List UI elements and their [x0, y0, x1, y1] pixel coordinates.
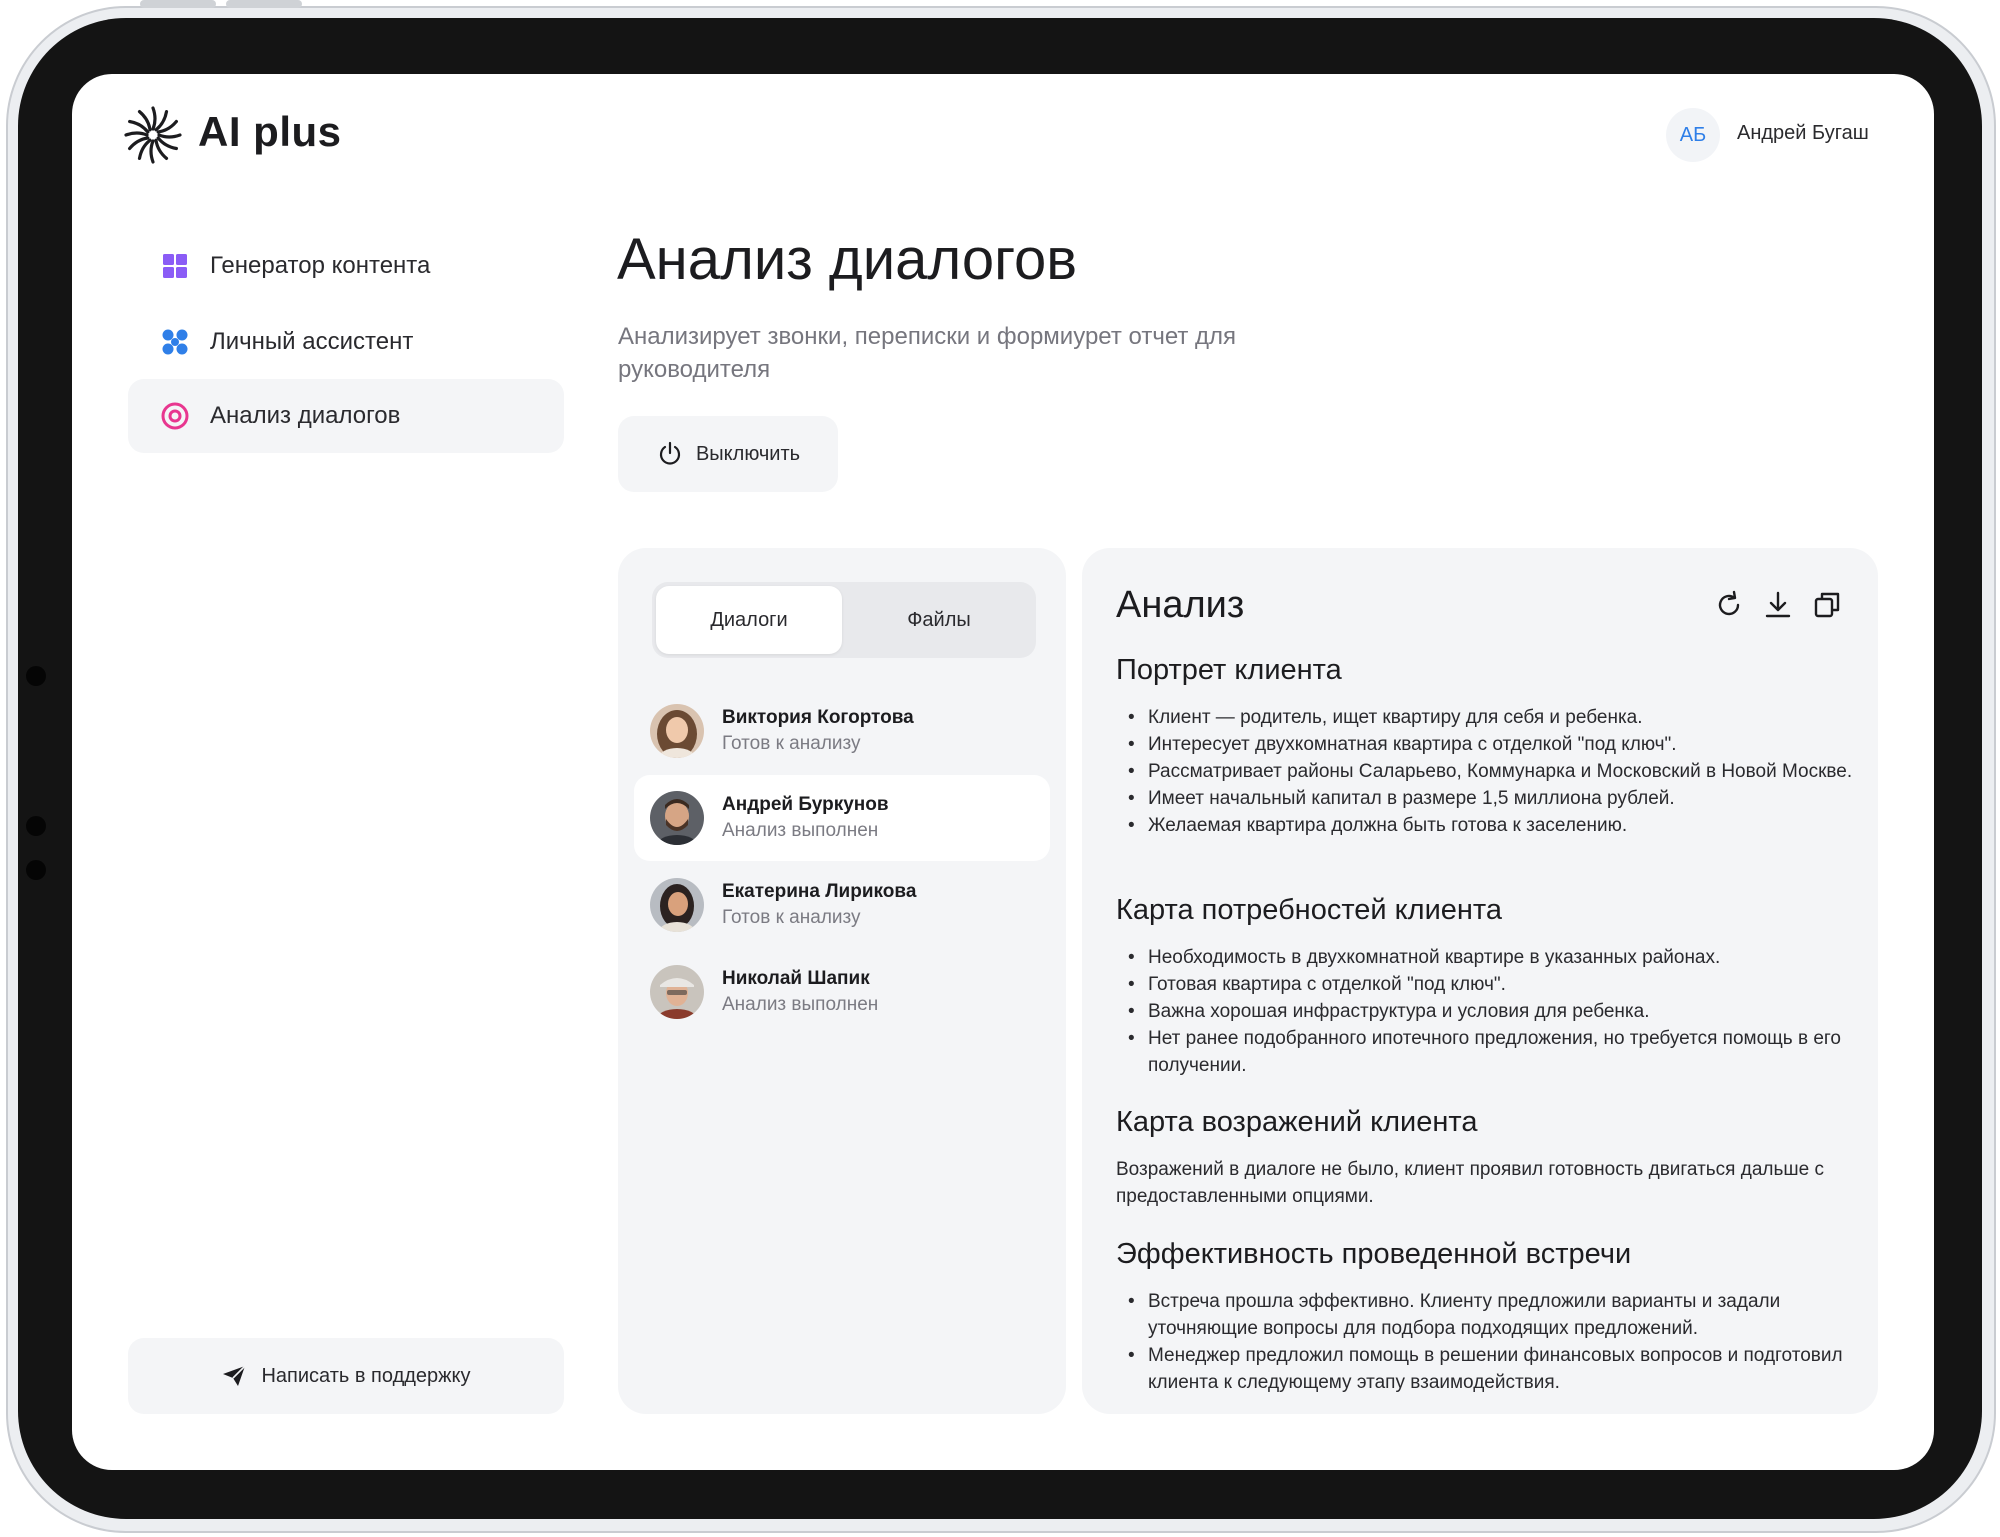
turn-off-label: Выключить	[695, 442, 801, 465]
dots-cluster-icon	[162, 329, 188, 355]
contact-name: Николай Шапик	[722, 968, 870, 989]
user-name[interactable]: Андрей Бугаш	[1737, 122, 1869, 145]
contact-name: Екатерина Лирикова	[722, 881, 917, 902]
list-item: Важна хорошая инфраструктура и условия д…	[1116, 998, 1856, 1025]
contact-avatar	[650, 704, 704, 758]
contact-status: Анализ выполнен	[722, 820, 879, 841]
list-item: Готовая квартира с отделкой "под ключ".	[1116, 971, 1856, 998]
device-button	[226, 0, 302, 8]
page-title: Анализ диалогов	[617, 227, 1078, 292]
turn-off-button[interactable]: Выключить	[618, 416, 838, 492]
target-icon	[161, 402, 189, 430]
contact-avatar	[650, 878, 704, 932]
section-heading-efficiency: Эффективность проведенной встречи	[1116, 1238, 1632, 1270]
section-heading-portrait: Портрет клиента	[1116, 654, 1342, 686]
contact-name: Виктория Когортова	[722, 707, 914, 728]
tab-files[interactable]: Файлы	[846, 586, 1032, 654]
sidebar-item-label: Личный ассистент	[210, 328, 414, 355]
analysis-panel: Анализ Портрет клиента Клиент — родитель…	[1082, 548, 1878, 1414]
refresh-icon[interactable]	[1712, 588, 1746, 622]
sidebar-item-label: Генератор контента	[210, 252, 431, 279]
download-icon[interactable]	[1761, 588, 1795, 622]
send-icon	[223, 1365, 247, 1386]
list-item: Имеет начальный капитал в размере 1,5 ми…	[1116, 785, 1856, 812]
sidebar-item-content-generator[interactable]: Генератор контента	[128, 229, 564, 303]
list-item: Необходимость в двухкомнатной квартире в…	[1116, 944, 1856, 971]
contact-avatar	[650, 791, 704, 845]
efficiency-list: Встреча прошла эффективно. Клиенту предл…	[1116, 1288, 1856, 1396]
tab-switcher: Диалоги Файлы	[652, 582, 1036, 658]
dialog-list-item[interactable]: Екатерина Лирикова Готов к анализу	[634, 862, 1050, 948]
app-logo-text: AI plus	[198, 108, 342, 155]
support-button-label: Написать в поддержку	[261, 1364, 471, 1387]
dialog-list-item[interactable]: Андрей Буркунов Анализ выполнен	[634, 775, 1050, 861]
dialog-list-item[interactable]: Виктория Когортова Готов к анализу	[634, 688, 1050, 774]
copy-icon[interactable]	[1810, 588, 1844, 622]
device-button	[140, 0, 216, 8]
camera-dot	[26, 666, 46, 686]
dialogs-panel: Диалоги Файлы Виктория Когортова Готов к…	[618, 548, 1066, 1414]
dialog-list-item[interactable]: Николай Шапик Анализ выполнен	[634, 949, 1050, 1035]
section-heading-needs: Карта потребностей клиента	[1116, 894, 1503, 926]
list-item: Клиент — родитель, ищет квартиру для себ…	[1116, 704, 1856, 731]
list-item: Менеджер предложил помощь в решении фина…	[1116, 1342, 1856, 1396]
tab-dialogs[interactable]: Диалоги	[656, 586, 842, 654]
contact-status: Анализ выполнен	[722, 994, 879, 1015]
support-button[interactable]: Написать в поддержку	[128, 1338, 564, 1414]
objections-text: Возражений в диалоге не было, клиент про…	[1116, 1159, 1824, 1207]
logo-icon	[124, 106, 182, 164]
list-item: Интересует двухкомнатная квартира с отде…	[1116, 731, 1856, 758]
sidebar-item-label: Анализ диалогов	[210, 402, 401, 429]
app-screen: AI plus АБ Андрей Бугаш Генератор контен…	[72, 74, 1934, 1470]
contact-name: Андрей Буркунов	[722, 794, 889, 815]
list-item: Нет ранее подобранного ипотечного предло…	[1116, 1025, 1856, 1079]
section-heading-objections: Карта возражений клиента	[1116, 1106, 1478, 1138]
portrait-list: Клиент — родитель, ищет квартиру для себ…	[1116, 704, 1856, 839]
power-icon	[659, 441, 681, 465]
camera-dot	[26, 816, 46, 836]
list-item: Рассматривает районы Саларьево, Коммунар…	[1116, 758, 1856, 785]
contact-status: Готов к анализу	[722, 907, 861, 928]
sidebar-item-dialog-analysis[interactable]: Анализ диалогов	[128, 379, 564, 453]
page-subtitle: Анализирует звонки, переписки и формиуре…	[618, 323, 1237, 383]
analysis-title: Анализ	[1116, 584, 1245, 626]
contact-status: Готов к анализу	[722, 733, 861, 754]
needs-list: Необходимость в двухкомнатной квартире в…	[1116, 944, 1856, 1079]
camera-dot	[26, 860, 46, 880]
list-item: Встреча прошла эффективно. Клиенту предл…	[1116, 1288, 1856, 1342]
grid-icon	[163, 254, 187, 278]
contact-avatar	[650, 965, 704, 1019]
sidebar-item-personal-assistant[interactable]: Личный ассистент	[128, 305, 564, 379]
list-item: Желаемая квартира должна быть готова к з…	[1116, 812, 1856, 839]
user-avatar[interactable]: АБ	[1666, 108, 1720, 162]
